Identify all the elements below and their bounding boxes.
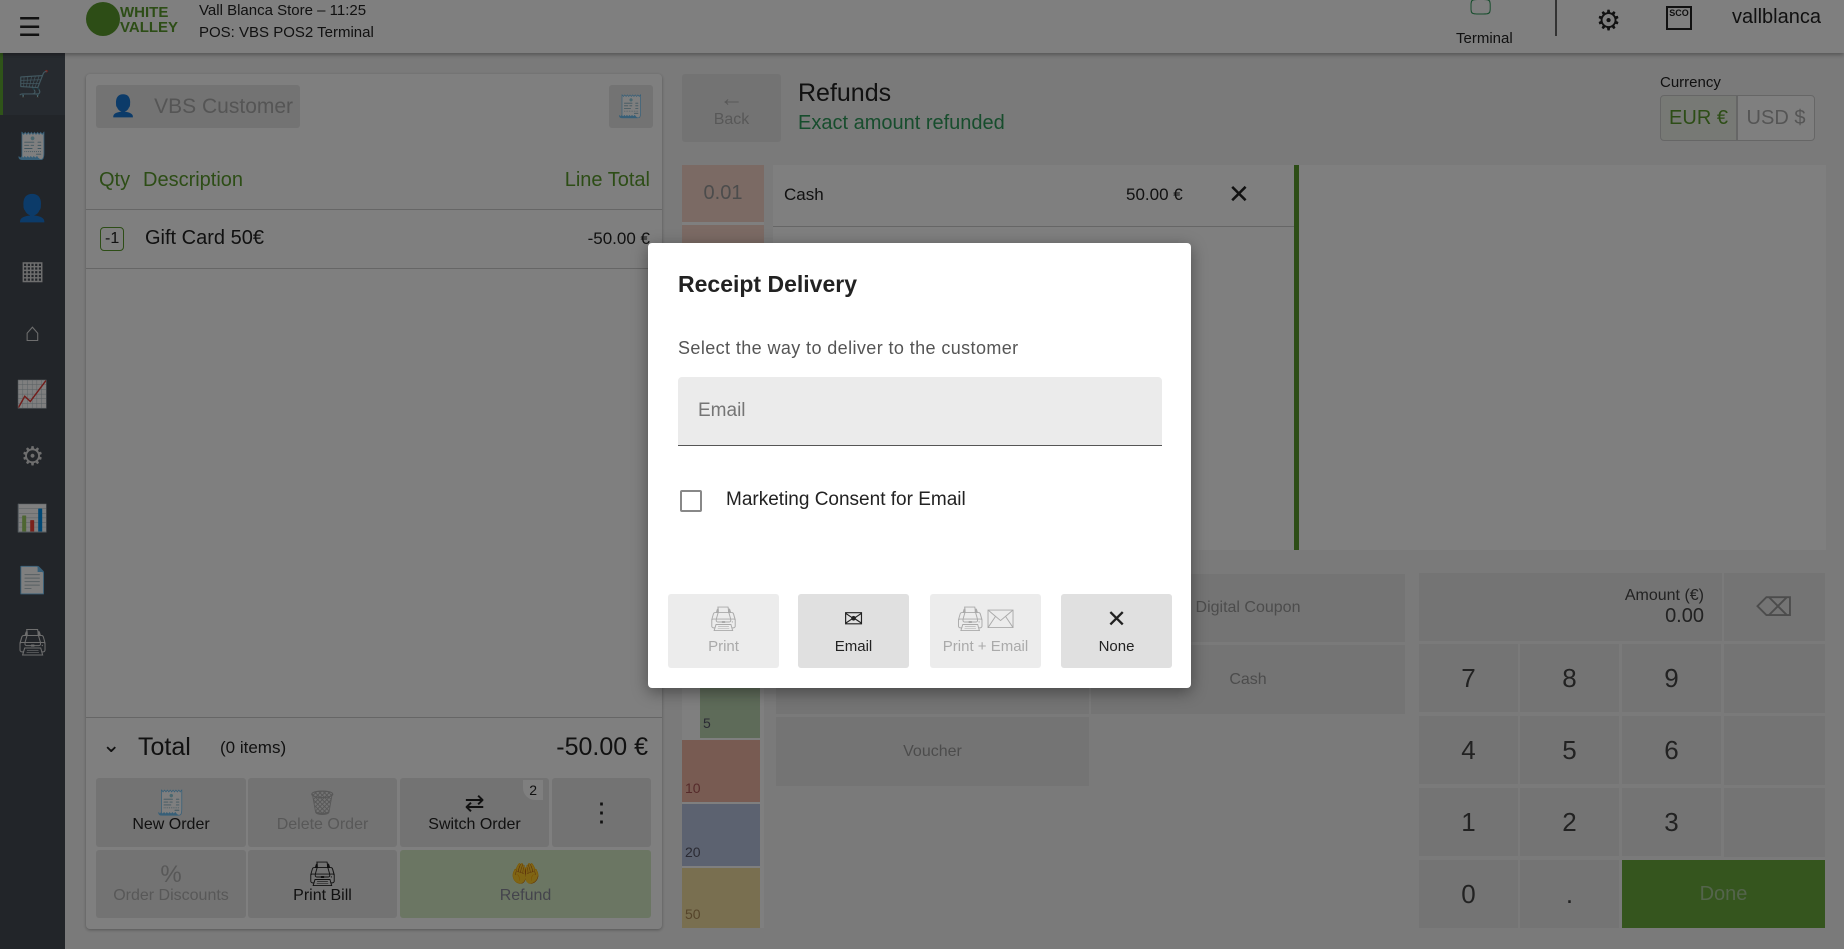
consent-label[interactable]: Marketing Consent for Email (726, 489, 966, 511)
printer-icon: 🖨 (708, 605, 739, 633)
close-icon: ✕ (1106, 605, 1127, 633)
print-email-button[interactable]: 🖨✉ Print + Email (930, 594, 1041, 668)
receipt-delivery-dialog: Receipt Delivery Select the way to deliv… (648, 243, 1191, 688)
email-input[interactable] (678, 377, 1162, 446)
consent-checkbox[interactable] (680, 490, 702, 512)
email-button[interactable]: ✉ Email (798, 594, 909, 668)
envelope-icon: ✉ (843, 605, 864, 633)
print-button[interactable]: 🖨 Print (668, 594, 779, 668)
dialog-title: Receipt Delivery (678, 271, 857, 297)
printer-envelope-icon: 🖨✉ (955, 605, 1016, 633)
none-button[interactable]: ✕ None (1061, 594, 1172, 668)
dialog-subtitle: Select the way to deliver to the custome… (678, 338, 1019, 358)
